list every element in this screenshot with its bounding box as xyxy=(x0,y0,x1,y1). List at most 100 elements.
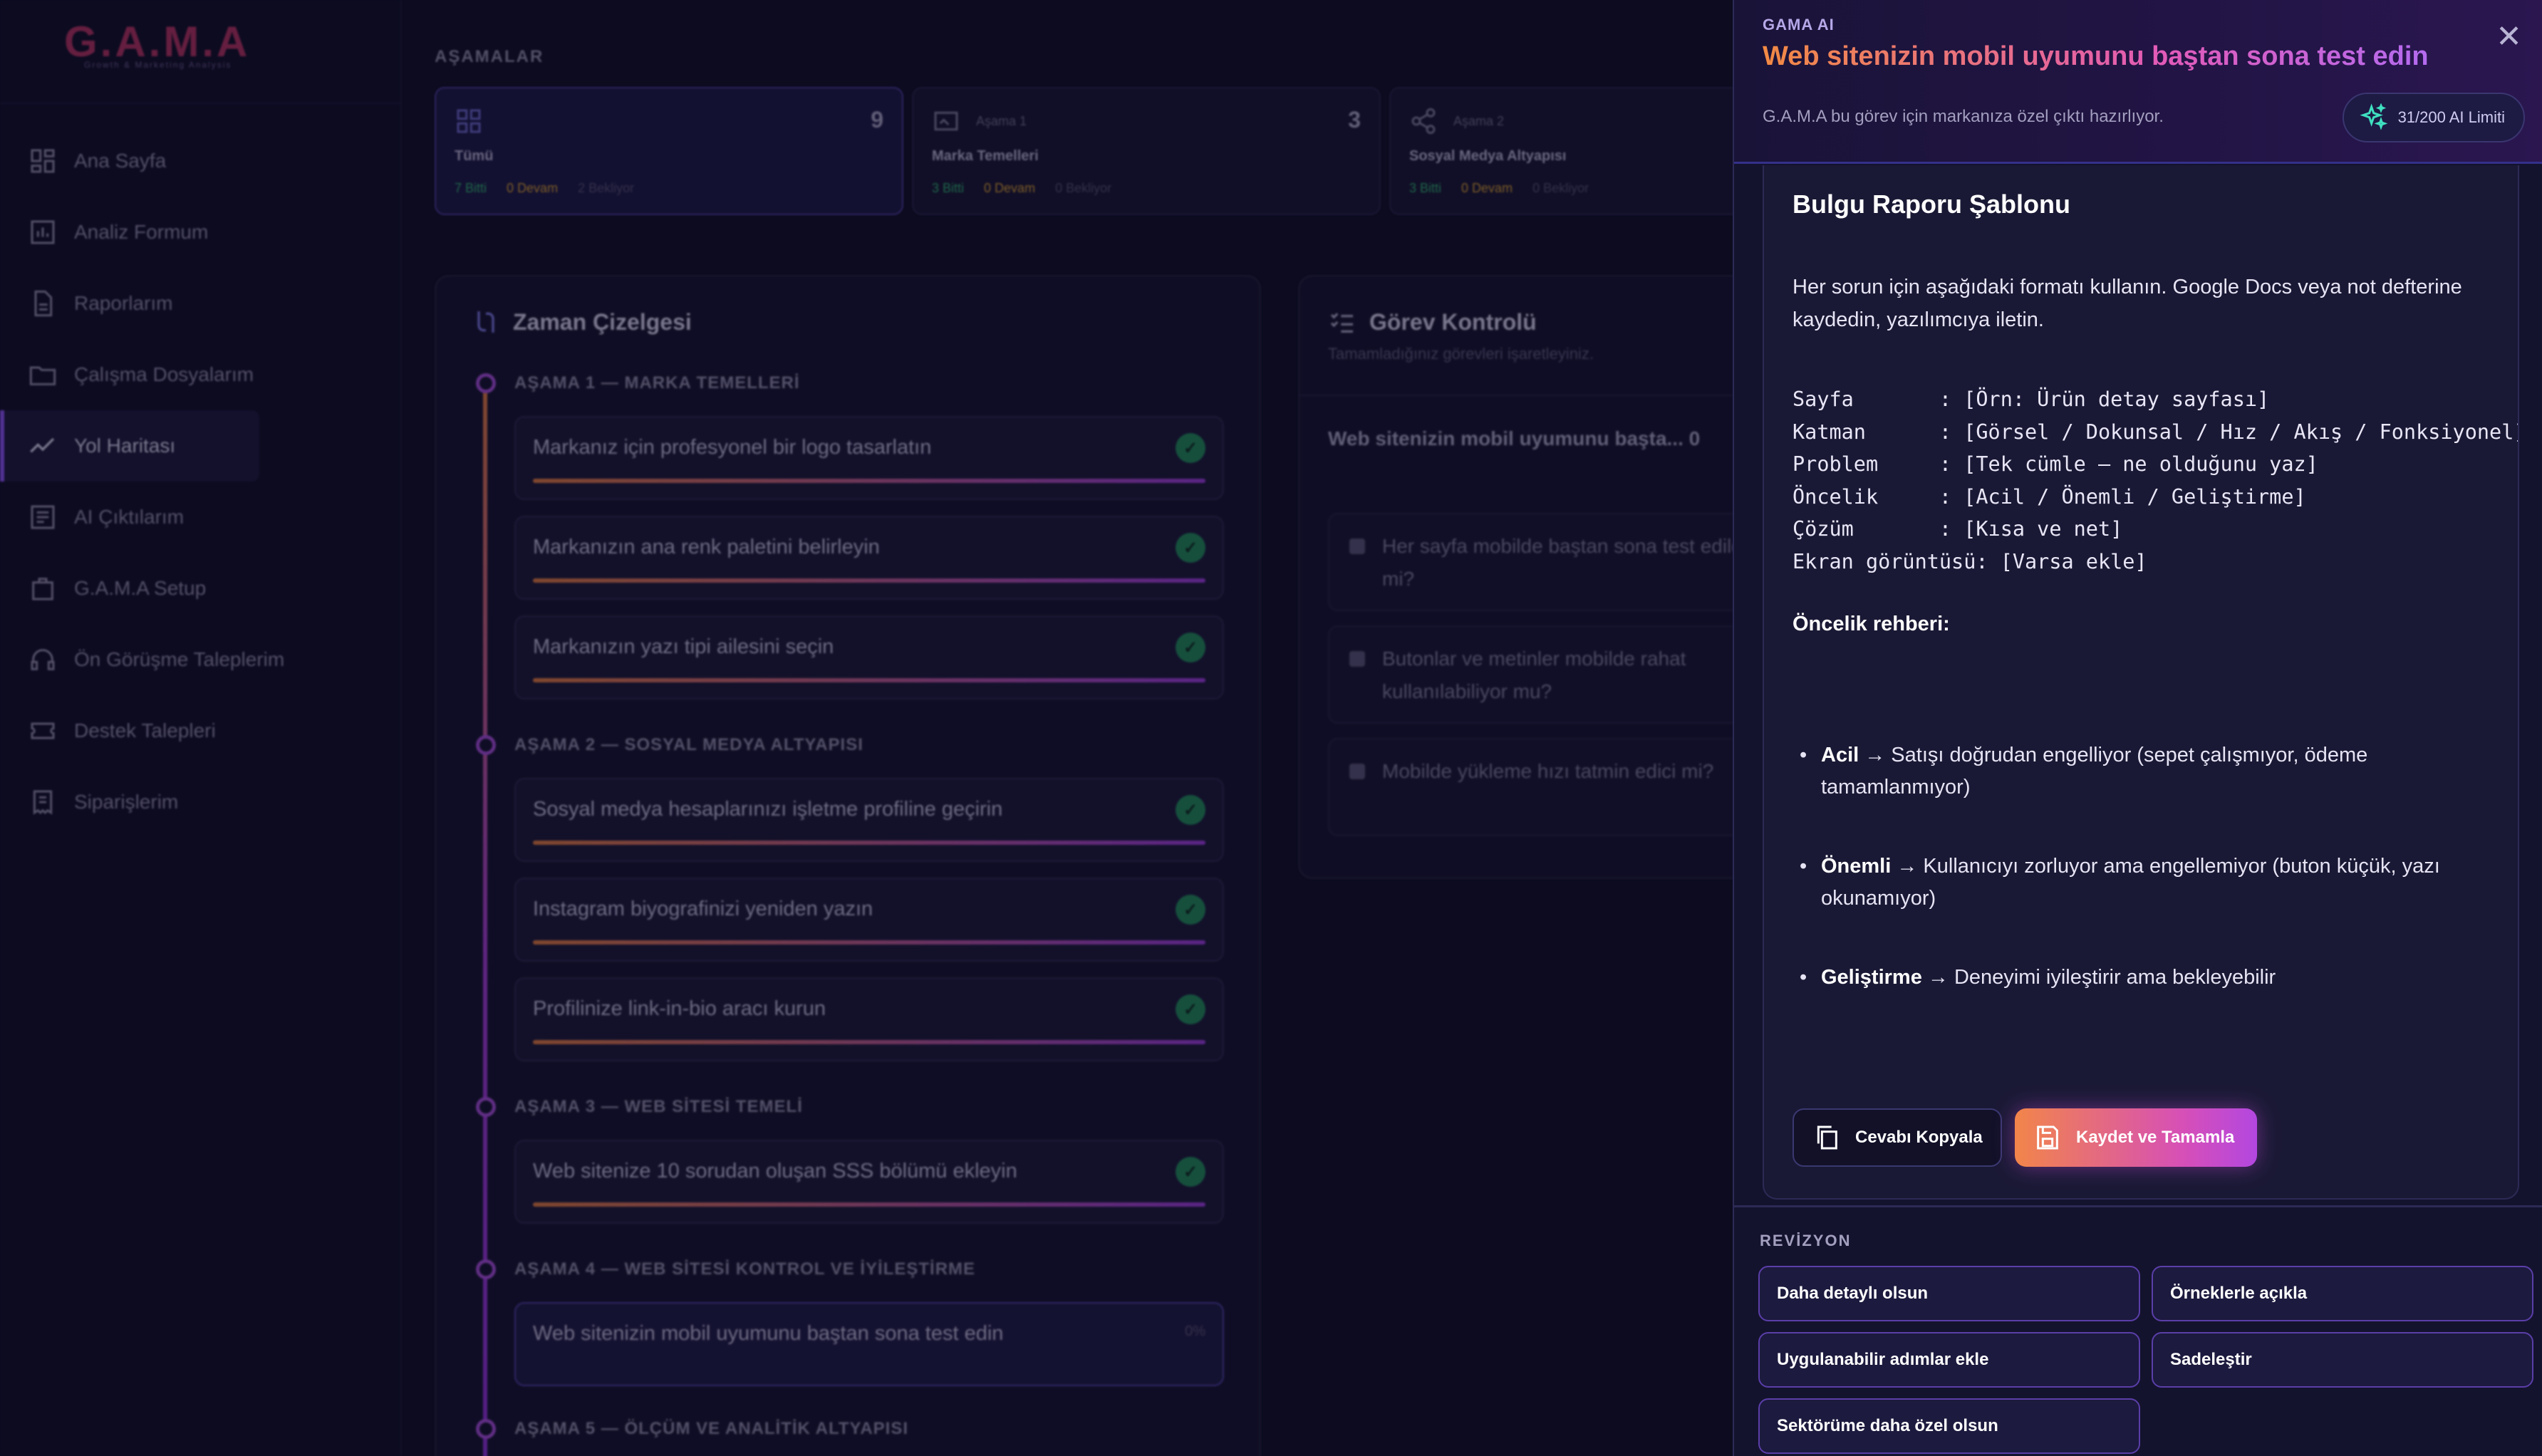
revision-examples-button[interactable]: Örneklerle açıkla xyxy=(2152,1266,2533,1321)
priority-term: Önemli xyxy=(1821,855,1892,878)
revision-label: REVİZYON xyxy=(1760,1232,1852,1249)
ai-panel-description: G.A.M.A bu görev için markanıza özel çık… xyxy=(1763,107,2164,126)
priority-heading: Öncelik rehberi: xyxy=(1793,613,1950,635)
sidebar-item-label: Analiz Formum xyxy=(74,221,209,243)
checklist-item[interactable]: Butonlar ve metinler mobilde rahat kulla… xyxy=(1328,625,1784,724)
sidebar-item-yol-haritasi[interactable]: Yol Haritası xyxy=(0,410,259,482)
ticket-icon xyxy=(31,722,55,739)
save-complete-button[interactable]: Kaydet ve Tamamla xyxy=(2015,1108,2257,1167)
app-logo[interactable]: G.A.M.A xyxy=(64,17,250,66)
check-icon: ✓ xyxy=(1176,433,1205,463)
check-icon: ✓ xyxy=(1176,533,1205,563)
sidebar-item-ai-ciktilarim[interactable]: AI Çıktılarım xyxy=(0,482,402,553)
sidebar-item-label: Çalışma Dosyalarım xyxy=(74,363,254,385)
revision-section: REVİZYON Daha detaylı olsun Örneklerle a… xyxy=(1734,1205,2542,1456)
revision-more-detail-button[interactable]: Daha detaylı olsun xyxy=(1758,1266,2140,1321)
stage-name: Tümü xyxy=(455,148,494,164)
task-progress xyxy=(533,940,1205,945)
checklist-label: Mobilde yükleme hızı tatmin edici mi? xyxy=(1382,760,1714,782)
task-item[interactable]: Instagram biyografinizi yeniden yazın ✓ xyxy=(514,878,1224,962)
template-line: Sayfa : [Örn: Ürün detay sayfası] xyxy=(1793,388,2270,411)
checkbox[interactable] xyxy=(1349,539,1365,554)
chart-icon xyxy=(31,220,55,244)
task-title: Web sitenize 10 sorudan oluşan SSS bölüm… xyxy=(533,1160,1017,1182)
template-line: Ekran görüntüsü: [Varsa ekle] xyxy=(1793,549,2147,573)
copy-answer-button[interactable]: Cevabı Kopyala xyxy=(1793,1108,2002,1167)
timeline-header: Zaman Çizelgesi xyxy=(472,308,692,336)
ai-limit-text: 31/200 AI Limiti xyxy=(2397,108,2505,126)
stat-ongoing: 0 Devam xyxy=(984,181,1036,195)
checklist-label: Butonlar ve metinler mobilde rahat kulla… xyxy=(1382,648,1686,702)
timeline-icon xyxy=(477,311,494,333)
task-percent: 0% xyxy=(1185,1324,1205,1339)
stage-stats: 3 Bitti 0 Devam 0 Bekliyor xyxy=(932,181,1111,196)
phase-header: AŞAMA 1 — MARKA TEMELLERİ xyxy=(476,373,800,393)
task-item[interactable]: Web sitenize 10 sorudan oluşan SSS bölüm… xyxy=(514,1140,1224,1224)
task-item[interactable]: Markanızın ana renk paletini belirleyin ✓ xyxy=(514,516,1224,600)
sidebar-item-analiz-formum[interactable]: Analiz Formum xyxy=(0,197,402,268)
ai-panel-header: GAMA AI Web sitenizin mobil uyumunu başt… xyxy=(1734,0,2542,164)
checkbox[interactable] xyxy=(1349,764,1365,779)
template-line: Katman : [Görsel / Dokunsal / Hız / Akış… xyxy=(1793,420,2519,444)
task-title: Markanızın yazı tipi ailesini seçin xyxy=(533,635,834,658)
sidebar-item-gama-setup[interactable]: G.A.M.A Setup xyxy=(0,553,402,624)
task-control-subtitle: Tamamladığınız görevleri işaretleyiniz. xyxy=(1328,345,1594,363)
sidebar-item-label: Ana Sayfa xyxy=(74,150,167,172)
list-icon xyxy=(31,505,55,529)
priority-item: Önemli → Kullanıcıyı zorluyor ama engell… xyxy=(1793,851,2498,915)
copy-icon xyxy=(1817,1125,1837,1150)
sidebar-item-ana-sayfa[interactable]: Ana Sayfa xyxy=(0,125,402,197)
task-progress xyxy=(533,1202,1205,1207)
stage-name: Sosyal Medya Altyapısı xyxy=(1409,148,1567,164)
phase-dot xyxy=(476,373,496,393)
timeline-title: Zaman Çizelgesi xyxy=(513,308,692,335)
sidebar-item-label: Destek Talepleri xyxy=(74,719,216,742)
phase-label: AŞAMA 4 — WEB SİTESİ KONTROL VE İYİLEŞTİ… xyxy=(514,1259,976,1279)
template-line: Çözüm : [Kısa ve net] xyxy=(1793,517,2123,541)
phase-label: AŞAMA 2 — SOSYAL MEDYA ALTYAPISI xyxy=(514,735,863,754)
copy-answer-label: Cevabı Kopyala xyxy=(1855,1128,1983,1147)
sidebar-item-label: Yol Haritası xyxy=(74,435,176,457)
checklist-item[interactable]: Her sayfa mobilde baştan sona test edild… xyxy=(1328,513,1784,611)
stages-title: AŞAMALAR xyxy=(435,47,544,66)
grid-icon xyxy=(31,149,55,173)
task-item[interactable]: Sosyal medya hesaplarınızı işletme profi… xyxy=(514,778,1224,862)
report-template: Sayfa : [Örn: Ürün detay sayfası] Katman … xyxy=(1793,383,2519,578)
priority-item: Acil → Satışı doğrudan engelliyor (sepet… xyxy=(1793,739,2498,804)
check-icon: ✓ xyxy=(1176,633,1205,662)
sidebar-item-siparislerim[interactable]: Siparişlerim xyxy=(0,766,402,838)
check-icon: ✓ xyxy=(1176,994,1205,1024)
sparkle-icon xyxy=(2359,103,2387,130)
task-item-current[interactable]: Web sitenizin mobil uyumunu baştan sona … xyxy=(514,1302,1224,1386)
revision-simplify-button[interactable]: Sadeleştir xyxy=(2152,1332,2533,1388)
phase-dot xyxy=(476,1097,496,1117)
stat-waiting: 2 Bekliyor xyxy=(578,181,635,195)
sidebar-item-destek-talepleri[interactable]: Destek Talepleri xyxy=(0,695,402,766)
revision-actionable-steps-button[interactable]: Uygulanabilir adımlar ekle xyxy=(1758,1332,2140,1388)
sidebar-item-on-gorusme[interactable]: Ön Görüşme Taleplerim xyxy=(0,624,402,695)
sidebar-item-calisma-dosyalarim[interactable]: Çalışma Dosyalarım xyxy=(0,339,402,410)
stage-sub: Aşama 2 xyxy=(1453,114,1505,128)
stage-card-all[interactable]: 9 Tümü 7 Bitti 0 Devam 2 Bekliyor xyxy=(435,87,903,215)
sidebar-item-label: AI Çıktılarım xyxy=(74,506,185,528)
task-item[interactable]: Markanız için profesyonel bir logo tasar… xyxy=(514,416,1224,500)
sidebar-item-raporlarim[interactable]: Raporlarım xyxy=(0,268,402,339)
checkbox[interactable] xyxy=(1349,651,1365,667)
stage-name: Marka Temelleri xyxy=(932,148,1039,164)
template-line: Öncelik : [Acil / Önemli / Geliştirme] xyxy=(1793,484,2306,509)
phase-label: AŞAMA 1 — MARKA TEMELLERİ xyxy=(514,373,800,392)
checklist-item[interactable]: Mobilde yükleme hızı tatmin edici mi? xyxy=(1328,738,1784,836)
divider xyxy=(1299,395,1795,396)
phase-dot xyxy=(476,1419,496,1439)
output-intro: Her sorun için aşağıdaki formatı kullanı… xyxy=(1793,276,2462,331)
close-icon[interactable]: ✕ xyxy=(2496,19,2522,55)
task-item[interactable]: Profilinize link-in-bio aracı kurun ✓ xyxy=(514,977,1224,1061)
stage-card-1[interactable]: Aşama 1 3 Marka Temelleri 3 Bitti 0 Deva… xyxy=(912,87,1381,215)
task-title: Profilinize link-in-bio aracı kurun xyxy=(533,997,826,1020)
stat-ongoing: 0 Devam xyxy=(507,181,559,195)
task-progress xyxy=(533,1040,1205,1044)
task-title: Sosyal medya hesaplarınızı işletme profi… xyxy=(533,798,1003,821)
task-item[interactable]: Markanızın yazı tipi ailesini seçin ✓ xyxy=(514,615,1224,700)
task-progress xyxy=(533,479,1205,483)
revision-sector-specific-button[interactable]: Sektörüme daha özel olsun xyxy=(1758,1398,2140,1454)
